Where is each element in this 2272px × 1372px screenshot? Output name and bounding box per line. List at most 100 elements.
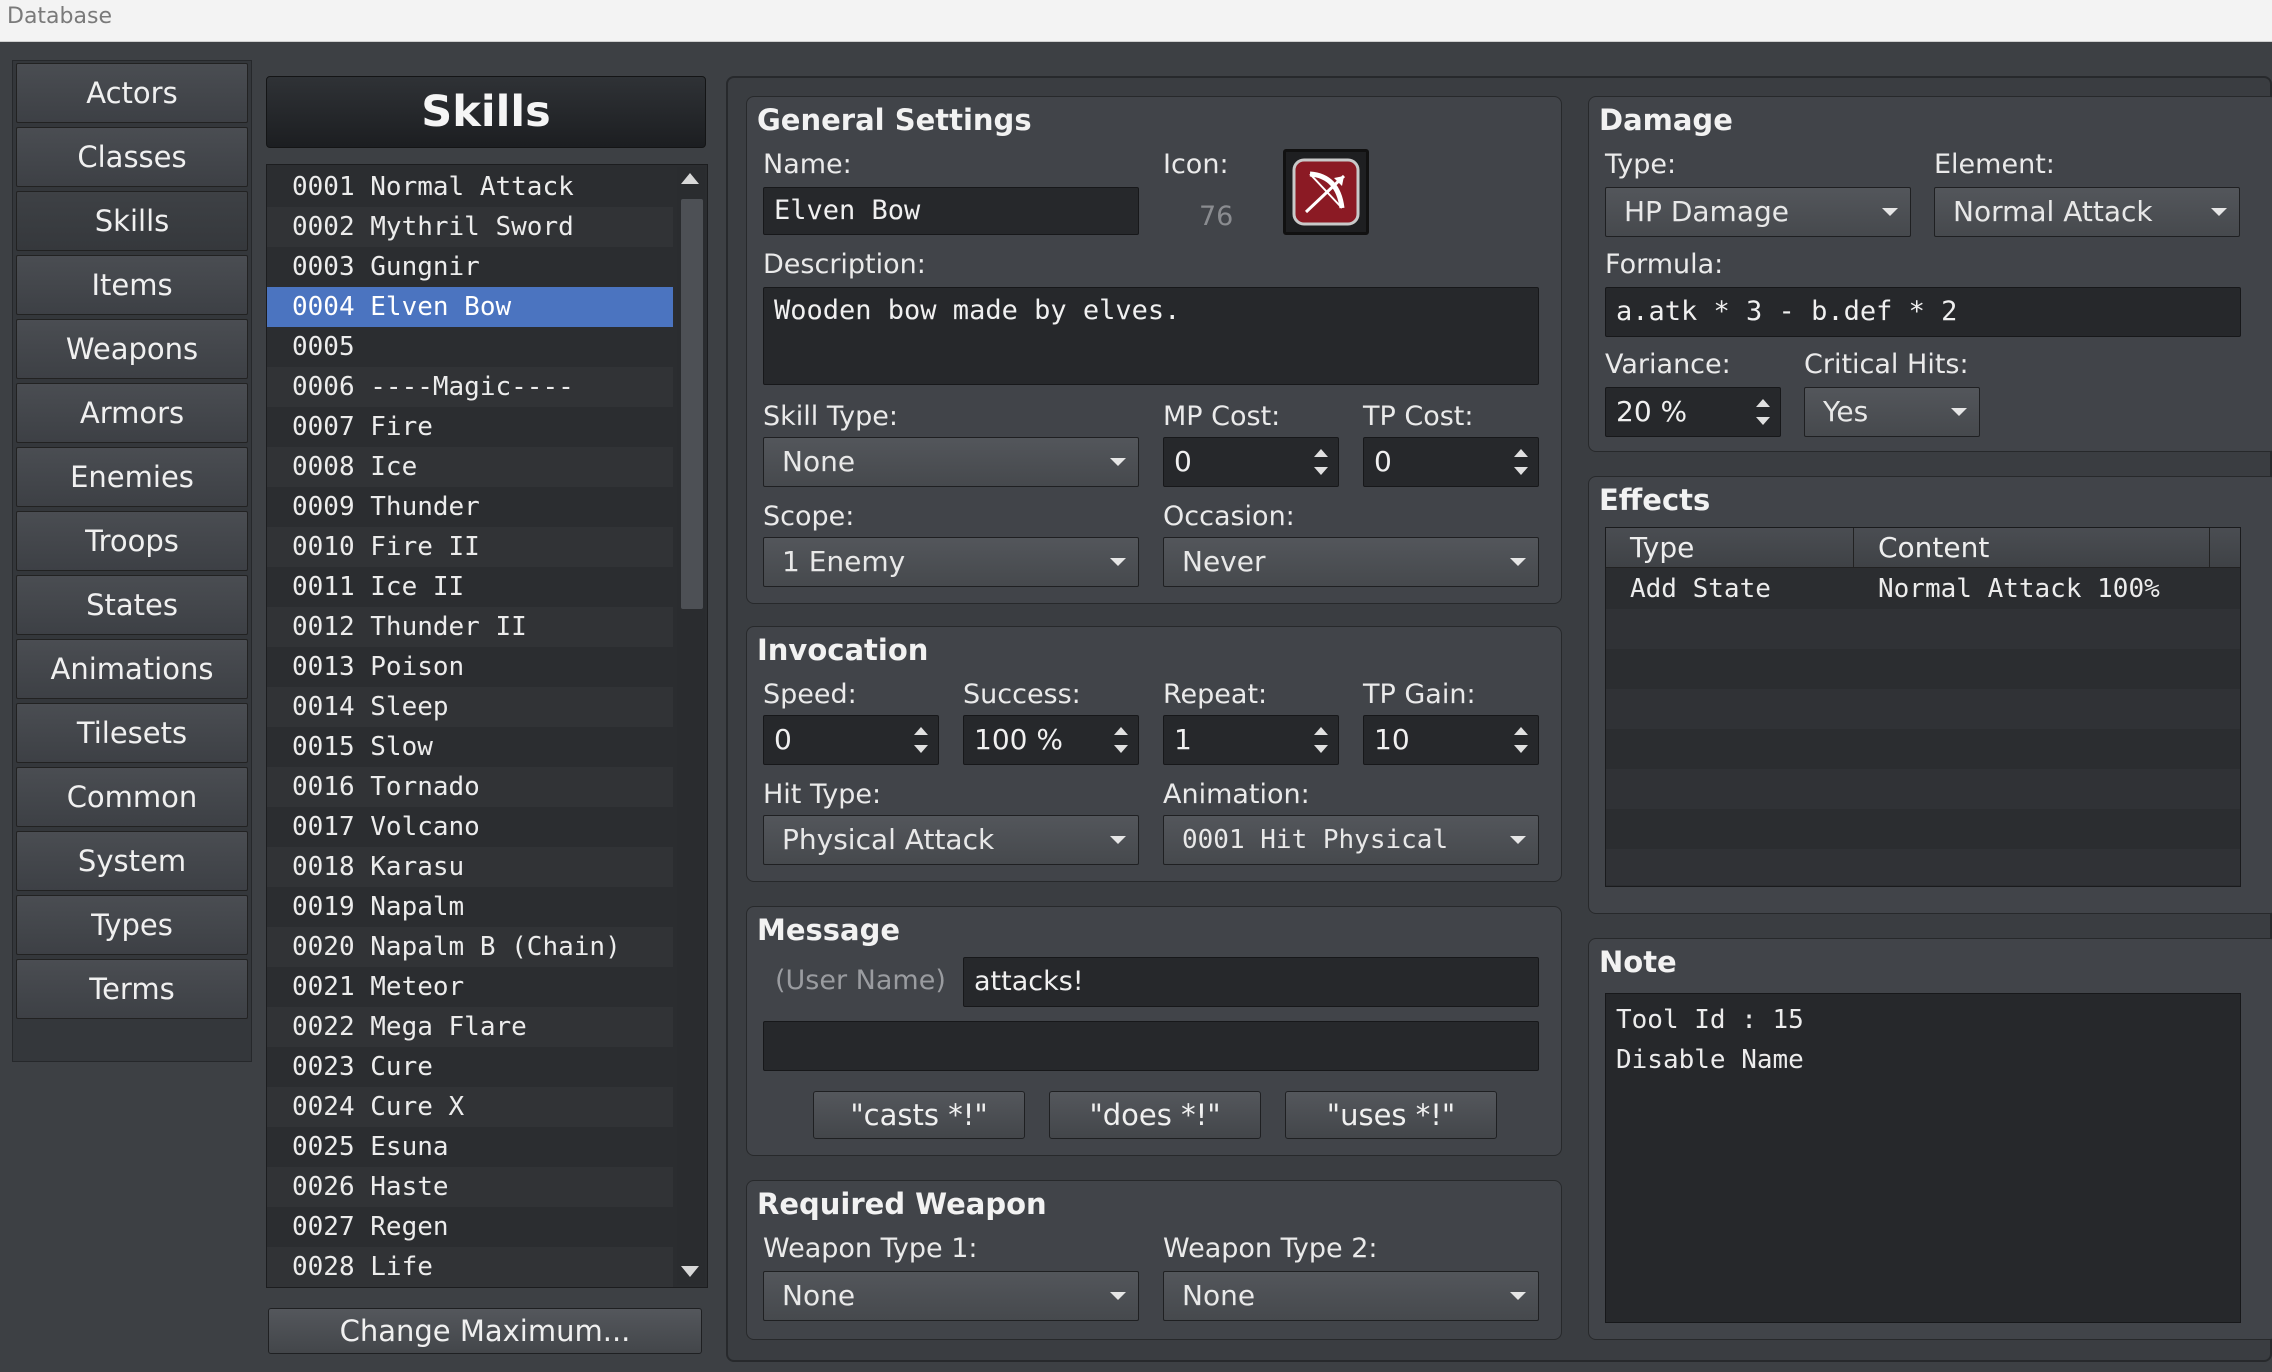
name-input[interactable]: Elven Bow <box>763 187 1139 235</box>
spin-up-icon[interactable] <box>1514 449 1528 457</box>
list-item[interactable]: 0025 Esuna <box>267 1127 673 1167</box>
spin-down-icon[interactable] <box>1114 745 1128 753</box>
spin-up-icon[interactable] <box>1314 449 1328 457</box>
sidebar-item-types[interactable]: Types <box>16 895 248 955</box>
spin-down-icon[interactable] <box>1314 467 1328 475</box>
list-item[interactable]: 0019 Napalm <box>267 887 673 927</box>
element-select[interactable]: Normal Attack <box>1934 187 2240 237</box>
weapon-type1-select[interactable]: None <box>763 1271 1139 1321</box>
success-spinner[interactable]: 100 % <box>963 715 1139 765</box>
sidebar-item-items[interactable]: Items <box>16 255 248 315</box>
sidebar-item-actors[interactable]: Actors <box>16 63 248 123</box>
list-item[interactable]: 0001 Normal Attack <box>267 167 673 207</box>
scroll-thumb[interactable] <box>681 199 703 609</box>
table-row[interactable] <box>1606 849 2240 885</box>
formula-input[interactable]: a.atk * 3 - b.def * 2 <box>1605 287 2241 337</box>
table-row[interactable] <box>1606 809 2240 849</box>
list-item[interactable]: 0006 ----Magic---- <box>267 367 673 407</box>
spin-up-icon[interactable] <box>914 727 928 735</box>
spin-down-icon[interactable] <box>1514 467 1528 475</box>
sidebar-item-states[interactable]: States <box>16 575 248 635</box>
repeat-spinner[interactable]: 1 <box>1163 715 1339 765</box>
list-item[interactable]: 0014 Sleep <box>267 687 673 727</box>
damage-type-select[interactable]: HP Damage <box>1605 187 1911 237</box>
weapon-type2-select[interactable]: None <box>1163 1271 1539 1321</box>
sidebar-item-system[interactable]: System <box>16 831 248 891</box>
does-button[interactable]: "does *!" <box>1049 1091 1261 1139</box>
column-header-type[interactable]: Type <box>1606 528 1854 568</box>
tp-cost-spinner[interactable]: 0 <box>1363 437 1539 487</box>
list-item[interactable]: 0018 Karasu <box>267 847 673 887</box>
skill-type-select[interactable]: None <box>763 437 1139 487</box>
list-item[interactable]: 0010 Fire II <box>267 527 673 567</box>
casts-button[interactable]: "casts *!" <box>813 1091 1025 1139</box>
list-item[interactable]: 0022 Mega Flare <box>267 1007 673 1047</box>
list-item[interactable]: 0027 Regen <box>267 1207 673 1247</box>
list-item[interactable]: 0007 Fire <box>267 407 673 447</box>
note-textarea[interactable]: Tool Id : 15 Disable Name <box>1605 993 2241 1323</box>
sidebar-item-weapons[interactable]: Weapons <box>16 319 248 379</box>
table-row[interactable] <box>1606 609 2240 649</box>
spin-up-icon[interactable] <box>1514 727 1528 735</box>
list-item[interactable]: 0015 Slow <box>267 727 673 767</box>
list-item[interactable]: 0002 Mythril Sword <box>267 207 673 247</box>
sidebar-item-enemies[interactable]: Enemies <box>16 447 248 507</box>
list-item[interactable]: 0009 Thunder <box>267 487 673 527</box>
spin-down-icon[interactable] <box>1756 417 1770 425</box>
table-row[interactable] <box>1606 729 2240 769</box>
mp-cost-spinner[interactable]: 0 <box>1163 437 1339 487</box>
list-item[interactable]: 0013 Poison <box>267 647 673 687</box>
list-item[interactable]: 0008 Ice <box>267 447 673 487</box>
table-row[interactable] <box>1606 769 2240 809</box>
message-line1-input[interactable]: attacks! <box>963 957 1539 1007</box>
spin-down-icon[interactable] <box>914 745 928 753</box>
sidebar-item-classes[interactable]: Classes <box>16 127 248 187</box>
list-item[interactable]: 0016 Tornado <box>267 767 673 807</box>
change-maximum-button[interactable]: Change Maximum... <box>268 1308 702 1354</box>
table-row[interactable] <box>1606 649 2240 689</box>
list-item[interactable]: 0011 Ice II <box>267 567 673 607</box>
tp-gain-spinner[interactable]: 10 <box>1363 715 1539 765</box>
sidebar-item-armors[interactable]: Armors <box>16 383 248 443</box>
scroll-down-arrow-icon[interactable] <box>681 1266 699 1277</box>
table-row[interactable]: Add State Normal Attack 100% <box>1606 569 2240 609</box>
critical-hits-select[interactable]: Yes <box>1804 387 1980 437</box>
sidebar-item-common-events[interactable]: Common Events <box>16 767 248 872</box>
spin-up-icon[interactable] <box>1314 727 1328 735</box>
list-item[interactable]: 0012 Thunder II <box>267 607 673 647</box>
spin-down-icon[interactable] <box>1314 745 1328 753</box>
description-input[interactable]: Wooden bow made by elves. <box>763 287 1539 385</box>
sidebar-item-tilesets[interactable]: Tilesets <box>16 703 248 763</box>
scope-select[interactable]: 1 Enemy <box>763 537 1139 587</box>
sidebar-item-terms[interactable]: Terms <box>16 959 248 1019</box>
list-item[interactable]: 0004 Elven Bow <box>267 287 673 327</box>
occasion-select[interactable]: Never <box>1163 537 1539 587</box>
list-item[interactable]: 0026 Haste <box>267 1167 673 1207</box>
list-item[interactable]: 0024 Cure X <box>267 1087 673 1127</box>
list-item[interactable]: 0005 <box>267 327 673 367</box>
message-line2-input[interactable] <box>763 1021 1539 1071</box>
table-row[interactable] <box>1606 689 2240 729</box>
list-item[interactable]: 0003 Gungnir <box>267 247 673 287</box>
spin-down-icon[interactable] <box>1514 745 1528 753</box>
list-item[interactable]: 0017 Volcano <box>267 807 673 847</box>
effects-table[interactable]: Type Content Add State Normal Attack 100… <box>1605 527 2241 887</box>
column-header-content[interactable]: Content <box>1854 528 2210 568</box>
sidebar-item-animations[interactable]: Animations <box>16 639 248 699</box>
uses-button[interactable]: "uses *!" <box>1285 1091 1497 1139</box>
sidebar-item-troops[interactable]: Troops <box>16 511 248 571</box>
sidebar-item-skills[interactable]: Skills <box>16 191 248 251</box>
variance-spinner[interactable]: 20 % <box>1605 387 1781 437</box>
list-item[interactable]: 0028 Life <box>267 1247 673 1287</box>
hit-type-select[interactable]: Physical Attack <box>763 815 1139 865</box>
scroll-up-arrow-icon[interactable] <box>681 173 699 184</box>
spin-up-icon[interactable] <box>1114 727 1128 735</box>
skill-icon-box[interactable] <box>1283 149 1369 235</box>
list-scrollbar[interactable] <box>677 167 705 1285</box>
spin-up-icon[interactable] <box>1756 399 1770 407</box>
list-item[interactable]: 0023 Cure <box>267 1047 673 1087</box>
list-item[interactable]: 0021 Meteor <box>267 967 673 1007</box>
speed-spinner[interactable]: 0 <box>763 715 939 765</box>
skill-list[interactable]: 0001 Normal Attack 0002 Mythril Sword 0003… <box>266 164 708 1288</box>
list-item[interactable]: 0020 Napalm B (Chain) <box>267 927 673 967</box>
